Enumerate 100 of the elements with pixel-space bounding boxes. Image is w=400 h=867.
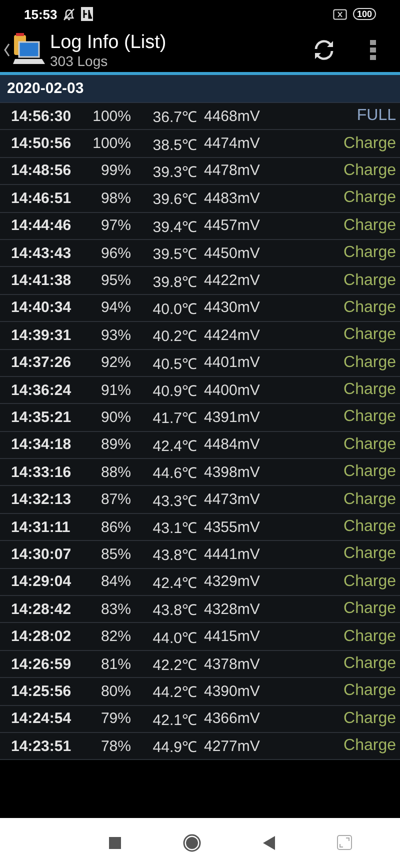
- log-temperature: 44.6℃: [152, 464, 197, 482]
- back-icon[interactable]: [4, 43, 10, 57]
- log-status: Charge: [344, 272, 396, 290]
- log-percent: 90%: [100, 408, 131, 426]
- log-percent: 86%: [100, 518, 131, 536]
- log-percent: 91%: [100, 382, 131, 399]
- log-status: Charge: [344, 162, 396, 180]
- log-temperature: 38.5℃: [152, 136, 197, 154]
- more-options-icon[interactable]: [370, 40, 376, 60]
- log-time: 14:35:21: [11, 408, 72, 426]
- log-voltage: 4484mV: [204, 436, 260, 454]
- log-voltage: 4328mV: [204, 600, 260, 618]
- log-time: 14:24:54: [11, 710, 72, 728]
- log-time: 14:37:26: [11, 354, 72, 372]
- log-status: Charge: [344, 298, 396, 317]
- log-voltage: 4398mV: [204, 464, 260, 481]
- log-time: 14:28:42: [11, 600, 72, 618]
- log-temperature: 39.3℃: [152, 162, 197, 181]
- screen-title: Log Info (List): [50, 32, 168, 52]
- log-temperature: 40.9℃: [152, 382, 197, 400]
- log-time: 14:39:31: [11, 326, 72, 344]
- log-temperature: 40.2℃: [152, 327, 197, 346]
- log-temperature: 42.1℃: [152, 710, 197, 729]
- log-temperature: 36.7℃: [152, 108, 197, 126]
- log-voltage: 4401mV: [204, 354, 260, 372]
- log-count: 303 Logs: [50, 52, 109, 68]
- log-percent: 85%: [100, 546, 131, 563]
- log-time: 14:56:30: [11, 108, 72, 125]
- log-voltage: 4473mV: [204, 491, 260, 508]
- log-voltage: 4355mV: [204, 518, 260, 536]
- home-icon[interactable]: [182, 834, 200, 852]
- log-status: Charge: [344, 326, 396, 344]
- log-voltage: 4415mV: [204, 628, 260, 646]
- log-status: Charge: [344, 463, 396, 482]
- log-status: FULL: [356, 107, 396, 126]
- log-voltage: 4430mV: [204, 299, 260, 316]
- log-status: Charge: [344, 737, 396, 756]
- log-percent: 78%: [100, 738, 131, 755]
- log-percent: 99%: [100, 162, 131, 180]
- log-temperature: 43.3℃: [152, 492, 197, 510]
- log-temperature: 42.4℃: [152, 574, 197, 592]
- back-icon[interactable]: [262, 836, 274, 850]
- log-status: Charge: [344, 518, 396, 536]
- log-time: 14:32:13: [11, 491, 72, 508]
- log-time: 14:34:18: [11, 436, 72, 454]
- log-voltage: 4400mV: [204, 382, 260, 399]
- refresh-icon[interactable]: [312, 38, 336, 62]
- log-percent: 94%: [100, 299, 131, 316]
- log-voltage: 4441mV: [204, 546, 260, 563]
- log-voltage: 4450mV: [204, 244, 260, 262]
- log-time: 14:25:56: [11, 682, 72, 700]
- log-temperature: 42.2℃: [152, 656, 197, 674]
- log-percent: 92%: [100, 354, 131, 372]
- log-voltage: 4366mV: [204, 710, 260, 728]
- log-percent: 83%: [100, 600, 131, 618]
- log-status: Charge: [344, 600, 396, 618]
- log-time: 14:46:51: [11, 190, 72, 207]
- log-voltage: 4478mV: [204, 162, 260, 180]
- log-percent: 95%: [100, 272, 131, 290]
- log-status: Charge: [344, 572, 396, 591]
- clock: 15:53: [24, 6, 58, 22]
- log-percent: 96%: [100, 244, 131, 262]
- log-status: Charge: [344, 490, 396, 509]
- log-time: 14:28:02: [11, 628, 72, 646]
- log-percent: 80%: [100, 682, 131, 700]
- log-status: Charge: [344, 189, 396, 208]
- log-percent: 79%: [100, 710, 131, 728]
- log-percent: 88%: [100, 464, 131, 481]
- log-temperature: 39.5℃: [152, 245, 197, 264]
- log-time: 14:29:04: [11, 573, 72, 590]
- bell-off-icon: [63, 8, 76, 20]
- log-temperature: 44.2℃: [152, 683, 197, 702]
- log-temperature: 44.0℃: [152, 628, 197, 647]
- log-status: Charge: [344, 408, 396, 426]
- log-temperature: 42.4℃: [152, 436, 197, 455]
- log-time: 14:44:46: [11, 217, 72, 234]
- log-temperature: 39.4℃: [152, 218, 197, 236]
- log-percent: 100%: [92, 135, 131, 152]
- log-time: 14:48:56: [11, 162, 72, 180]
- log-voltage: 4277mV: [204, 738, 260, 755]
- log-temperature: 43.8℃: [152, 546, 197, 564]
- log-voltage: 4424mV: [204, 326, 260, 344]
- log-voltage: 4378mV: [204, 656, 260, 672]
- log-time: 14:40:34: [11, 299, 72, 316]
- log-voltage: 4329mV: [204, 573, 260, 590]
- log-percent: 89%: [100, 436, 131, 454]
- log-time: 14:33:16: [11, 464, 72, 481]
- battery-indicator: 100: [352, 8, 376, 20]
- log-status: Charge: [344, 436, 396, 454]
- log-temperature: 41.7℃: [152, 409, 197, 428]
- log-voltage: 4483mV: [204, 190, 260, 207]
- recents-icon[interactable]: [108, 836, 120, 848]
- log-status: Charge: [344, 655, 396, 673]
- log-percent: 97%: [100, 217, 131, 234]
- log-status: Charge: [344, 381, 396, 400]
- log-voltage: 4390mV: [204, 682, 260, 700]
- log-temperature: 40.5℃: [152, 354, 197, 373]
- log-temperature: 40.0℃: [152, 300, 197, 318]
- log-time: 14:31:11: [11, 518, 72, 536]
- log-status: Charge: [344, 354, 396, 372]
